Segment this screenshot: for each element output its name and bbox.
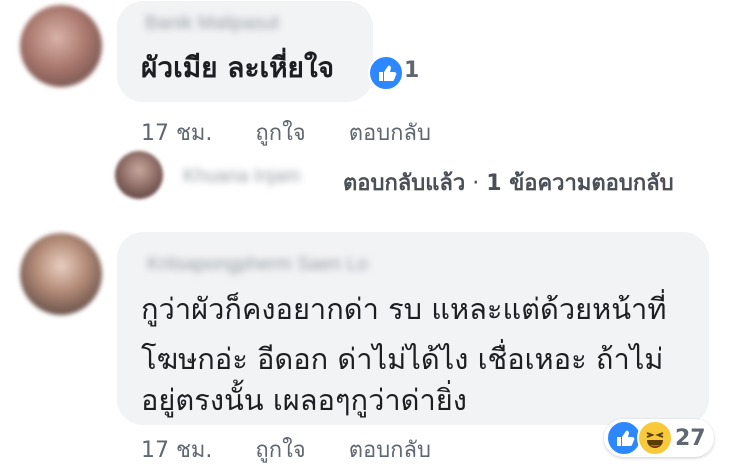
laughing-face-icon [646, 432, 664, 448]
comment-timestamp[interactable]: 17 ชม. [141, 438, 212, 463]
replied-label: ตอบกลับแล้ว [343, 171, 466, 196]
commenter-avatar[interactable] [20, 5, 102, 87]
reaction-count: 27 [675, 426, 706, 451]
commenter-avatar[interactable] [20, 233, 102, 315]
comment-meta: 17 ชม. ถูกใจ ตอบกลับ [141, 115, 467, 150]
comment-text: ผัวเมีย ละเหี่ยใจ [141, 51, 335, 84]
like-link[interactable]: ถูกใจ [255, 121, 305, 146]
comment-bubble: Banik Malipasut ผัวเมีย ละเหี่ยใจ [117, 1, 373, 102]
reply-author[interactable]: Khuana Injam [183, 166, 300, 188]
comment-timestamp[interactable]: 17 ชม. [141, 121, 212, 146]
comment-meta: 17 ชม. ถูกใจ ตอบกลับ [141, 432, 467, 467]
reply-link[interactable]: ตอบกลับ [349, 438, 431, 463]
reaction-haha-icon [637, 420, 673, 456]
reaction-count[interactable]: 1 [404, 58, 419, 83]
reply-summary[interactable]: ตอบกลับแล้ว · 1 ข้อความตอบกลับ [343, 165, 674, 200]
comment-text-line: อยู่ตรงนั้น เผลอๆกูว่าด่ายิ่ง [141, 383, 467, 417]
like-link[interactable]: ถูกใจ [255, 438, 305, 463]
reply-link[interactable]: ตอบกลับ [349, 121, 431, 146]
comment-author[interactable]: Banik Malipasut [145, 13, 279, 35]
comment-bubble: Kritsapongpherm Saen Lo กูว่าผัวก็คงอยาก… [117, 232, 709, 425]
reaction-like-icon[interactable] [368, 55, 404, 91]
reply-avatar[interactable] [115, 151, 163, 199]
comment-author[interactable]: Kritsapongpherm Saen Lo [147, 254, 368, 276]
reply-separator: · [472, 171, 480, 196]
comment-text-line: กูว่าผัวก็คงอยากด่า รบ แหละแต่ด้วยหน้าที… [141, 292, 667, 326]
thumbs-up-icon [379, 65, 397, 81]
reply-count-label: 1 ข้อความตอบกลับ [486, 171, 674, 196]
thumbs-up-icon [617, 430, 635, 446]
